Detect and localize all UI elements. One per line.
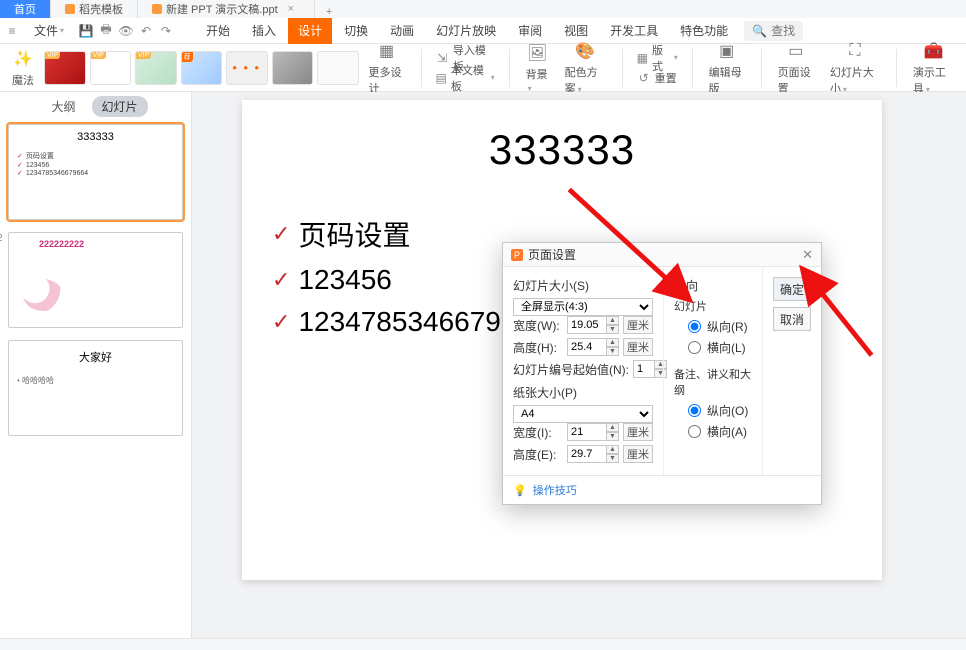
thumb1-title: 333333 xyxy=(17,131,174,143)
slide-size-label: 幻灯片大小(S) xyxy=(513,277,653,294)
page-setup-dialog: P页面设置 ✕ 幻灯片大小(S) 全屏显示(4:3) 宽度(W): ▲▼ 厘米 … xyxy=(502,242,822,505)
slide-width-input[interactable] xyxy=(567,316,607,334)
orientation-slides-label: 幻灯片 xyxy=(674,298,752,314)
edit-master-button[interactable]: ▣编辑母版 xyxy=(703,40,751,96)
slide-canvas[interactable]: 333333 ✓ 页码设置 ✓ 123456 ✓ 123478534667964 P页… xyxy=(192,92,966,638)
theme-thumb-5[interactable] xyxy=(226,51,268,85)
bulb-icon: 💡 xyxy=(513,484,527,497)
template-icon xyxy=(65,4,75,14)
preview-icon[interactable]: 👁 xyxy=(118,23,134,39)
app-menu-icon[interactable]: ≡ xyxy=(4,23,20,39)
radio-landscape-a[interactable]: 横向(A) xyxy=(688,423,752,440)
slide-size-button[interactable]: ⛶幻灯片大小▾ xyxy=(824,40,886,96)
print-icon[interactable]: 🖶 xyxy=(98,23,114,39)
menu-start[interactable]: 开始 xyxy=(196,18,240,44)
slide-title[interactable]: 333333 xyxy=(272,126,852,174)
thumb-slide-1[interactable]: 333333 页码设置 123456 1234785346679664 xyxy=(8,124,183,220)
check-icon: ✓ xyxy=(272,309,290,335)
theme-thumb-7[interactable] xyxy=(317,51,359,85)
undo-icon[interactable]: ↶ xyxy=(138,23,154,39)
check-icon: ✓ xyxy=(272,267,290,293)
save-icon[interactable]: 💾 xyxy=(78,23,94,39)
ppt-icon xyxy=(152,4,162,14)
paper-width-input[interactable] xyxy=(567,423,607,441)
search-icon: 🔍 xyxy=(752,24,767,38)
paper-height-input[interactable] xyxy=(567,445,607,463)
this-template-button[interactable]: ▤本文模板▾ xyxy=(436,69,495,87)
thumb-slide-2[interactable]: 2 222222222 xyxy=(8,232,183,328)
color-scheme-button[interactable]: 🎨配色方案▾ xyxy=(559,40,612,96)
paper-size-label: 纸张大小(P) xyxy=(513,384,653,401)
tab-new[interactable]: + xyxy=(315,6,343,18)
radio-portrait-r[interactable]: 纵向(R) xyxy=(688,318,752,335)
page-setup-icon: ▭ xyxy=(785,40,807,62)
grid-icon: ▦ xyxy=(376,40,398,62)
app-mini-icon: P xyxy=(511,249,523,261)
slide-size-icon: ⛶ xyxy=(844,40,866,62)
bullet-1[interactable]: 页码设置 xyxy=(298,214,410,254)
tab-home[interactable]: 首页 xyxy=(0,0,51,18)
bullet-2[interactable]: 123456 xyxy=(298,264,391,296)
menu-bar: ≡ 文件▾ 💾 🖶 👁 ↶ ↷ 开始 插入 设计 切换 动画 幻灯片放映 审阅 … xyxy=(0,18,966,44)
layout-icon: ▦ xyxy=(637,51,648,65)
thumb-slide-3[interactable]: 大家好 哈哈哈哈 xyxy=(8,340,183,436)
tab-templates[interactable]: 稻壳模板 xyxy=(51,0,138,18)
menu-search[interactable]: 🔍查找 xyxy=(744,21,803,41)
background-icon: 🖼 xyxy=(526,42,548,64)
more-designs-button[interactable]: ▦更多设计 xyxy=(363,40,411,96)
master-icon: ▣ xyxy=(716,40,738,62)
dialog-title: 页面设置 xyxy=(528,246,576,263)
tools-icon: 🧰 xyxy=(922,40,944,62)
theme-thumb-3[interactable]: VIP xyxy=(135,51,177,85)
dialog-cancel-button[interactable]: 取消 xyxy=(773,307,811,331)
menu-insert[interactable]: 插入 xyxy=(242,18,286,44)
slide-size-select[interactable]: 全屏显示(4:3) xyxy=(513,298,653,316)
window-tabstrip: 首页 稻壳模板 新建 PPT 演示文稿.ppt× + xyxy=(0,0,966,18)
layout-button[interactable]: ▦版式▾ xyxy=(637,49,678,67)
present-tools-button[interactable]: 🧰演示工具▾ xyxy=(907,40,960,96)
radio-portrait-o[interactable]: 纵向(O) xyxy=(688,402,752,419)
slides-tab[interactable]: 幻灯片 xyxy=(92,96,148,117)
dialog-ok-button[interactable]: 确定 xyxy=(773,277,811,301)
theme-thumb-2[interactable]: VIP xyxy=(90,51,132,85)
status-bar xyxy=(0,638,966,650)
dialog-close-icon[interactable]: ✕ xyxy=(802,247,813,263)
slide-panel: 大纲 幻灯片 333333 页码设置 123456 12347853466796… xyxy=(0,92,192,638)
doc-icon: ▤ xyxy=(436,71,447,85)
number-from-input[interactable] xyxy=(633,360,655,378)
reset-button[interactable]: ↺重置 xyxy=(637,69,678,87)
outline-tab[interactable]: 大纲 xyxy=(43,96,83,117)
paper-size-select[interactable]: A4 xyxy=(513,405,653,423)
menu-design[interactable]: 设计 xyxy=(288,18,332,44)
theme-thumb-1[interactable]: VIP xyxy=(44,51,86,85)
magic-button[interactable]: ✨魔法 xyxy=(6,48,40,88)
orientation-label: 方向 xyxy=(674,277,752,294)
palette-icon: 🎨 xyxy=(574,40,596,62)
orientation-notes-label: 备注、讲义和大纲 xyxy=(674,366,752,398)
file-menu[interactable]: 文件▾ xyxy=(24,18,74,44)
check-icon: ✓ xyxy=(272,221,290,247)
radio-landscape-l[interactable]: 横向(L) xyxy=(688,339,752,356)
redo-icon[interactable]: ↷ xyxy=(158,23,174,39)
tab-close-icon[interactable]: × xyxy=(282,3,300,15)
menu-review[interactable]: 审阅 xyxy=(508,18,552,44)
import-icon: ⇲ xyxy=(436,51,449,65)
theme-thumb-6[interactable] xyxy=(272,51,314,85)
background-button[interactable]: 🖼背景▾ xyxy=(520,42,555,94)
menu-slideshow[interactable]: 幻灯片放映 xyxy=(426,18,506,44)
ribbon-design: ✨魔法 VIP VIP VIP 荐 ▦更多设计 ⇲导入模板 ▤本文模板▾ 🖼背景… xyxy=(0,44,966,92)
tab-document[interactable]: 新建 PPT 演示文稿.ppt× xyxy=(138,0,315,18)
dialog-tips[interactable]: 💡操作技巧 xyxy=(503,475,821,504)
wand-icon: ✨ xyxy=(12,48,34,70)
slide-height-input[interactable] xyxy=(567,338,607,356)
bullet-3[interactable]: 123478534667964 xyxy=(298,306,532,338)
page-setup-button[interactable]: ▭页面设置 xyxy=(772,40,820,96)
theme-thumb-4[interactable]: 荐 xyxy=(181,51,223,85)
reset-icon: ↺ xyxy=(637,71,651,85)
